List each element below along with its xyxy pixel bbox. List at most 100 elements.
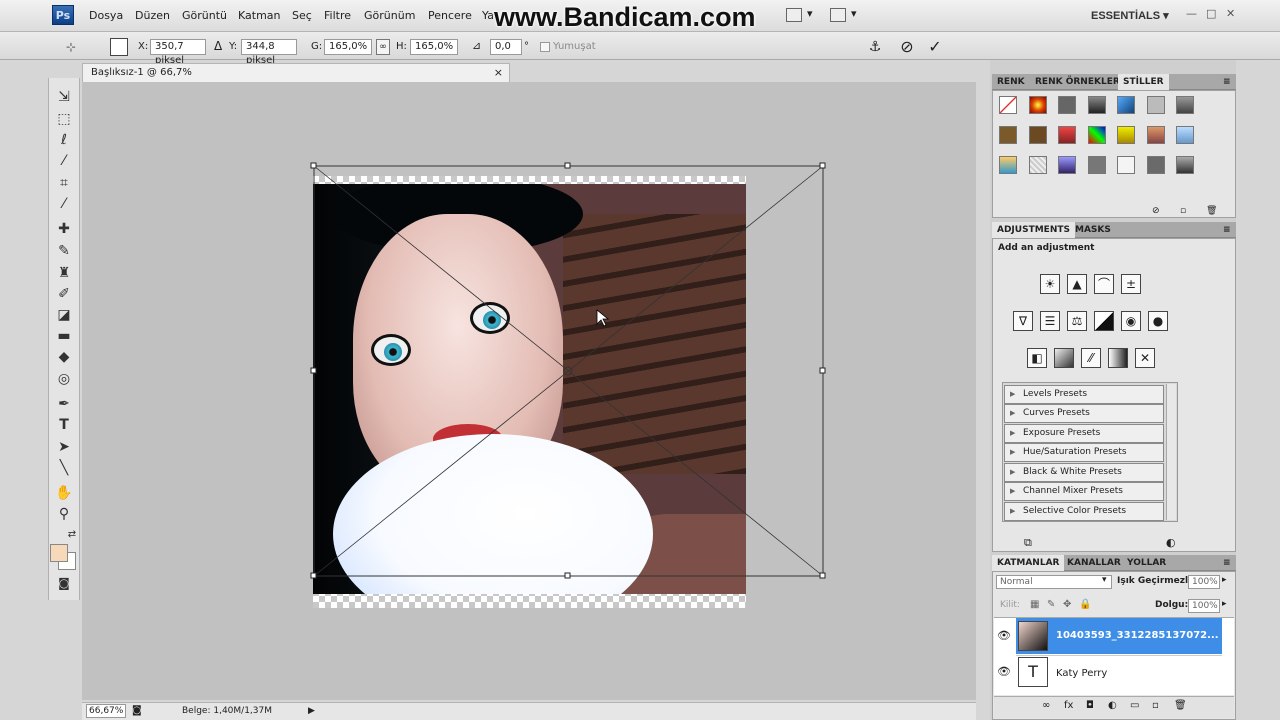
- preset-selective-color[interactable]: Selective Color Presets: [1004, 502, 1164, 521]
- style-swatch[interactable]: [1058, 96, 1076, 114]
- exposure-icon[interactable]: ±: [1121, 274, 1141, 294]
- minimize-icon[interactable]: —: [1186, 7, 1197, 20]
- blur-tool-icon[interactable]: ◆: [54, 348, 74, 366]
- brightness-contrast-icon[interactable]: ☀: [1040, 274, 1060, 294]
- opacity-field[interactable]: 100%: [1188, 575, 1220, 589]
- style-swatch[interactable]: [1087, 126, 1106, 144]
- status-menu-arrow-icon[interactable]: ▶: [308, 703, 315, 719]
- black-white-icon[interactable]: [1094, 311, 1114, 331]
- lock-all-icon[interactable]: 🔒: [1079, 599, 1091, 610]
- menu-filter[interactable]: Filtre: [324, 9, 351, 22]
- color-balance-icon[interactable]: ⚖: [1067, 311, 1087, 331]
- screen-mode-dropdown-icon[interactable]: ▾: [851, 7, 857, 20]
- menu-edit[interactable]: Düzen: [135, 9, 170, 22]
- document-tab[interactable]: Başlıksız-1 @ 66,7% (10403593_3312285137…: [82, 63, 510, 96]
- screen-mode-icon[interactable]: [830, 8, 846, 22]
- adjustment-visibility-icon[interactable]: ◐: [1166, 536, 1176, 549]
- preset-hue-saturation[interactable]: Hue/Saturation Presets: [1004, 443, 1164, 462]
- style-swatch[interactable]: [1146, 126, 1165, 144]
- link-layers-icon[interactable]: ∞: [1042, 700, 1050, 711]
- invert-icon[interactable]: ◧: [1027, 348, 1047, 368]
- add-mask-icon[interactable]: ◘: [1086, 700, 1094, 711]
- style-swatch[interactable]: [1146, 156, 1165, 174]
- eraser-tool-icon[interactable]: ◪: [54, 306, 74, 324]
- tab-channels[interactable]: KANALLAR: [1062, 555, 1126, 571]
- levels-icon[interactable]: ▲: [1067, 274, 1087, 294]
- workspace-switcher[interactable]: ESSENTİALS ▾: [1091, 9, 1169, 22]
- style-swatch[interactable]: [1028, 96, 1047, 114]
- fill-field[interactable]: 100%: [1188, 599, 1220, 613]
- tab-swatches[interactable]: RENK ÖRNEKLERİ: [1030, 74, 1128, 90]
- lasso-tool-icon[interactable]: ℓ: [54, 131, 74, 149]
- history-brush-tool-icon[interactable]: ✐: [54, 285, 74, 303]
- status-options-icon[interactable]: ◙: [132, 703, 142, 719]
- selective-color-icon[interactable]: ✕: [1135, 348, 1155, 368]
- style-swatch[interactable]: [999, 96, 1017, 114]
- adjustments-menu-icon[interactable]: ≡: [1218, 222, 1236, 238]
- link-proportions-icon[interactable]: ∞: [376, 39, 390, 55]
- menu-layer[interactable]: Katman: [238, 9, 281, 22]
- close-window-icon[interactable]: ✕: [1226, 7, 1235, 20]
- tab-masks[interactable]: MASKS: [1070, 222, 1116, 238]
- style-swatch[interactable]: [1176, 96, 1194, 114]
- fill-slider-icon[interactable]: ▸: [1222, 599, 1227, 609]
- style-swatch[interactable]: [1028, 156, 1047, 174]
- curves-icon[interactable]: ⌒: [1094, 274, 1114, 294]
- lock-transparent-icon[interactable]: ▦: [1030, 599, 1039, 610]
- clip-to-layer-icon[interactable]: ⧉: [1024, 536, 1032, 550]
- style-swatch[interactable]: [1117, 96, 1135, 114]
- style-swatch[interactable]: [1117, 126, 1135, 144]
- maximize-icon[interactable]: □: [1206, 7, 1216, 20]
- vibrance-icon[interactable]: ∇: [1013, 311, 1033, 331]
- delete-layer-icon[interactable]: 🗑: [1174, 700, 1187, 711]
- move-tool-icon[interactable]: ⇲: [54, 88, 74, 106]
- zoom-tool-icon[interactable]: ⚲: [54, 505, 74, 523]
- blend-mode-select[interactable]: Normal: [996, 575, 1112, 589]
- relative-position-icon[interactable]: Δ: [214, 39, 222, 53]
- presets-scrollbar[interactable]: [1166, 384, 1176, 520]
- opacity-slider-icon[interactable]: ▸: [1222, 575, 1227, 585]
- delete-style-icon[interactable]: 🗑: [1206, 206, 1217, 216]
- close-document-icon[interactable]: ×: [494, 64, 503, 82]
- lock-position-icon[interactable]: ✥: [1063, 599, 1071, 610]
- preset-black-white[interactable]: Black & White Presets: [1004, 463, 1164, 482]
- style-swatch[interactable]: [1117, 156, 1135, 174]
- menu-view[interactable]: Görünüm: [364, 9, 415, 22]
- menu-help[interactable]: Ya: [482, 9, 494, 22]
- new-layer-icon[interactable]: ▫: [1152, 700, 1159, 711]
- smooth-checkbox[interactable]: [540, 42, 550, 52]
- menu-image[interactable]: Görüntü: [182, 9, 227, 22]
- path-select-tool-icon[interactable]: ➤: [54, 438, 74, 456]
- panel-menu-icon[interactable]: ≡: [1218, 74, 1236, 90]
- new-adjustment-layer-icon[interactable]: ◐: [1108, 700, 1117, 711]
- style-swatch[interactable]: [1058, 126, 1076, 144]
- warp-mode-icon[interactable]: ⚓: [866, 38, 884, 56]
- height-scale-field[interactable]: 165,0%: [410, 39, 458, 55]
- swap-colors-icon[interactable]: ⇄: [62, 526, 82, 544]
- tab-paths[interactable]: YOLLAR: [1122, 555, 1171, 571]
- clear-style-icon[interactable]: ⊘: [1152, 206, 1160, 216]
- cancel-transform-icon[interactable]: ⊘: [898, 38, 916, 56]
- tab-styles[interactable]: STİLLER: [1118, 74, 1169, 90]
- layer-style-icon[interactable]: fx: [1064, 700, 1073, 711]
- tab-layers[interactable]: KATMANLAR: [992, 555, 1065, 571]
- lock-image-icon[interactable]: ✎: [1047, 599, 1055, 610]
- layers-menu-icon[interactable]: ≡: [1218, 555, 1236, 571]
- style-swatch[interactable]: [1176, 156, 1194, 174]
- style-swatch[interactable]: [999, 126, 1017, 144]
- menu-select[interactable]: Seç: [292, 9, 312, 22]
- posterize-icon[interactable]: [1054, 348, 1074, 368]
- dodge-tool-icon[interactable]: ◎: [54, 370, 74, 388]
- threshold-icon[interactable]: ⁄⁄: [1081, 348, 1101, 368]
- marquee-tool-icon[interactable]: ⬚: [54, 110, 74, 128]
- rotate-angle-field[interactable]: 0,0: [490, 39, 522, 55]
- clone-stamp-tool-icon[interactable]: ♜: [54, 264, 74, 282]
- preset-channel-mixer[interactable]: Channel Mixer Presets: [1004, 482, 1164, 501]
- reference-point-icon[interactable]: [110, 38, 128, 56]
- style-swatch[interactable]: [1058, 156, 1076, 174]
- foreground-color-swatch[interactable]: [50, 544, 68, 562]
- quick-select-tool-icon[interactable]: ⁄: [54, 152, 74, 170]
- transform-tool-icon[interactable]: ⊹: [62, 38, 80, 56]
- layer-visibility-eye-icon[interactable]: 👁: [997, 629, 1011, 642]
- pen-tool-icon[interactable]: ✒: [54, 395, 74, 413]
